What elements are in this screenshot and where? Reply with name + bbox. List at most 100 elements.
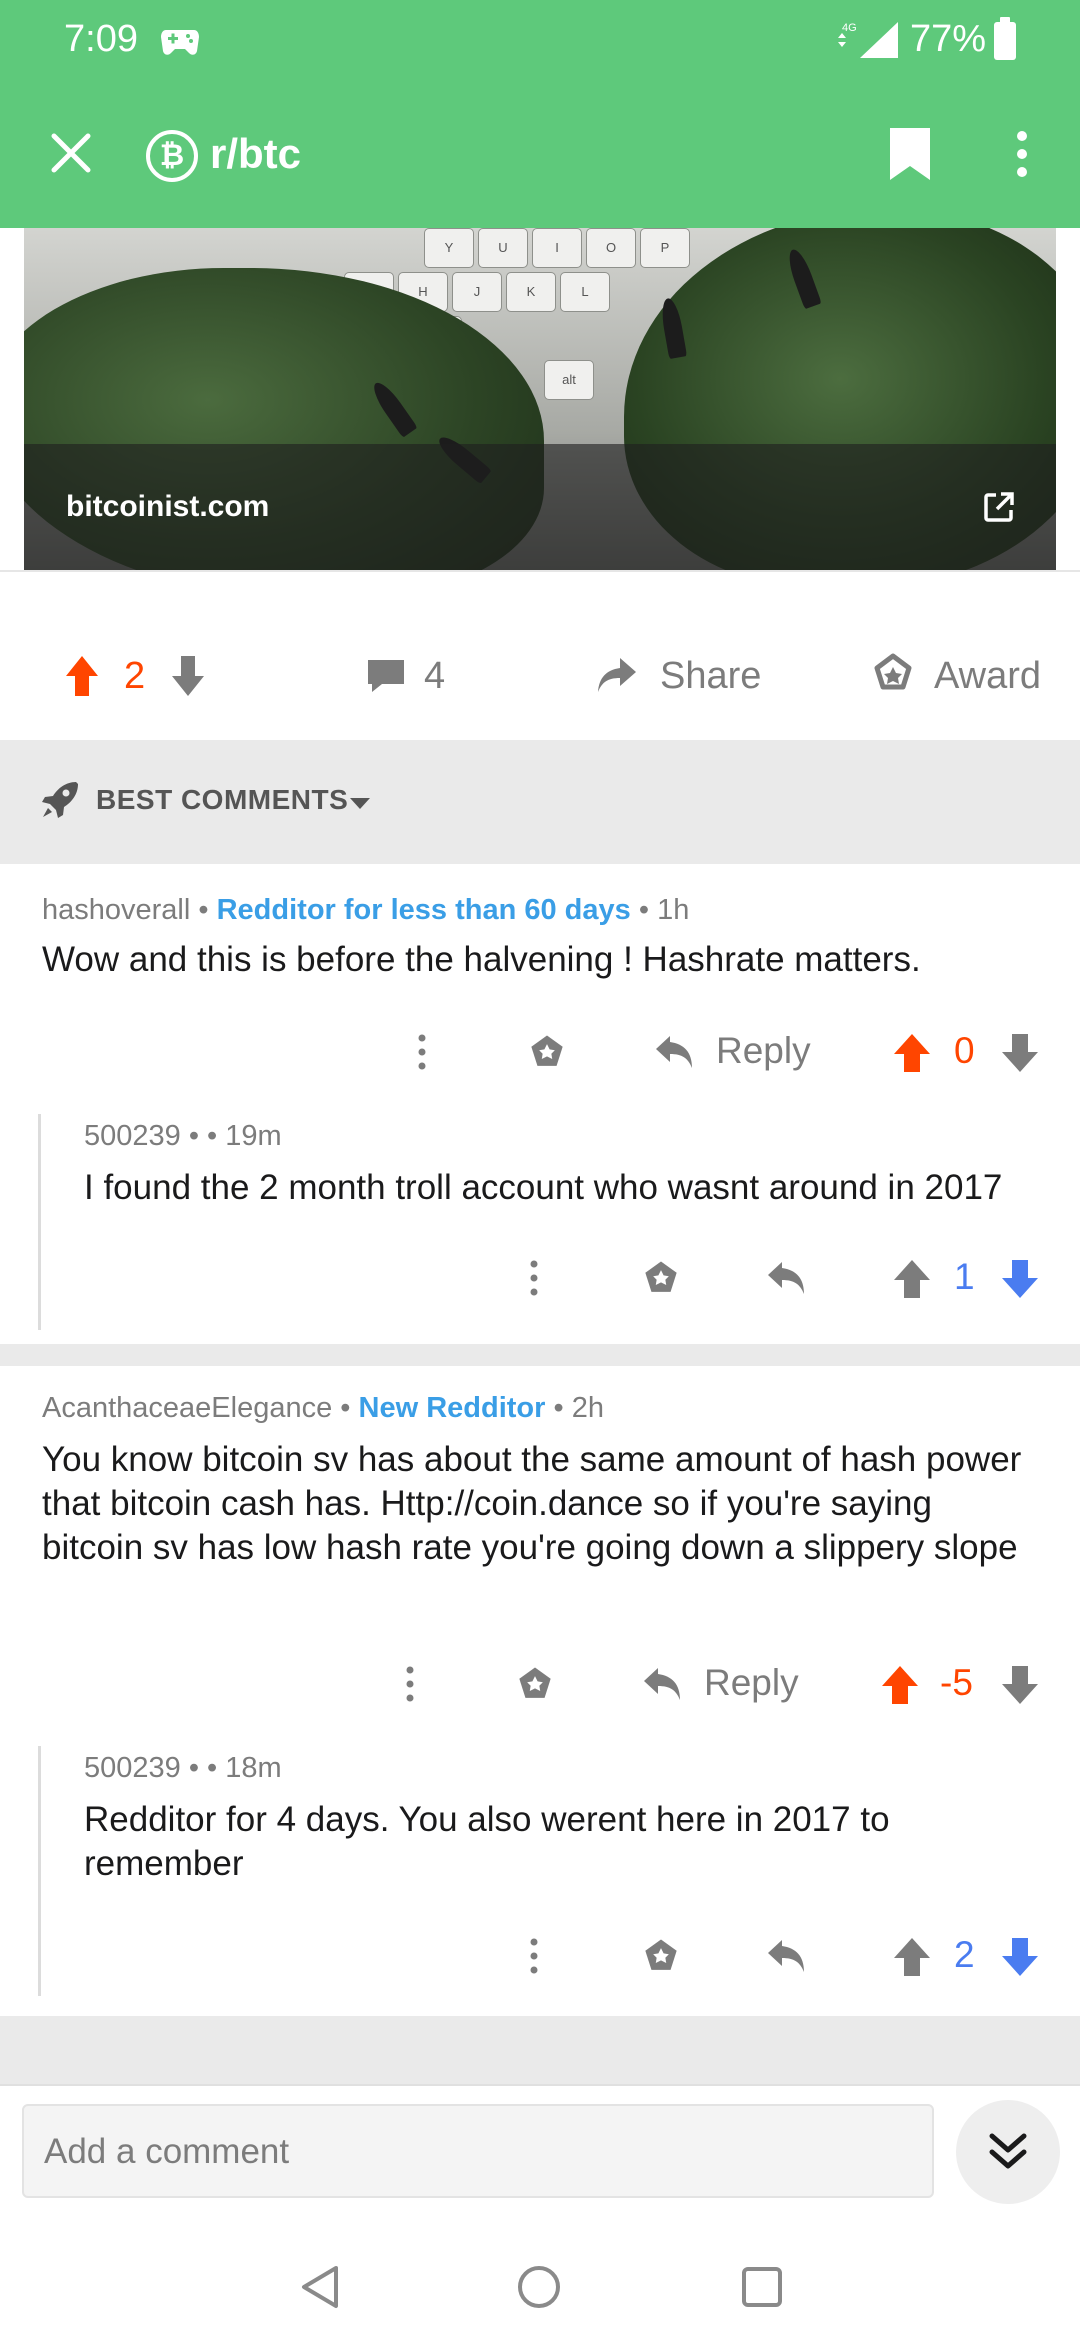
author-flair: Redditor for less than 60 days [216,894,631,926]
comment-meta: hashoverall • Redditor for less than 60 … [42,894,689,927]
system-nav-bar [0,2236,1080,2340]
meta-separator: • [553,1392,572,1424]
downvote-arrow-icon[interactable] [1000,1258,1040,1300]
meta-separator: • • [188,1752,226,1784]
reply-label[interactable]: Reply [704,1662,799,1704]
recents-icon[interactable] [740,2264,784,2310]
award-icon[interactable] [640,1258,682,1298]
meta-separator: • [638,894,658,926]
author-flair: New Redditor [358,1392,546,1424]
double-chevron-down-icon [989,2133,1027,2169]
share-label[interactable]: Share [660,648,761,704]
sort-label[interactable]: BEST COMMENTS [96,784,348,816]
comment-body: Wow and this is before the halvening ! H… [42,940,921,979]
key: Y [424,228,474,268]
downvote-arrow-icon[interactable] [168,648,208,704]
close-icon[interactable] [46,128,96,178]
award-label[interactable]: Award [934,648,1041,704]
comment-meta: 500239 • • 19m [84,1120,282,1153]
downvote-arrow-icon[interactable] [1000,1664,1040,1706]
upvote-arrow-icon[interactable] [892,1258,932,1300]
meta-separator: • [198,894,217,926]
status-time: 7:09 [64,18,138,60]
comment-author[interactable]: 500239 [84,1752,181,1784]
comment-body: You know bitcoin sv has about the same a… [42,1440,1022,1567]
more-options-icon[interactable] [398,1664,422,1704]
award-icon[interactable] [526,1032,568,1072]
comment-sort-bar[interactable]: BEST COMMENTS [0,740,1080,864]
back-icon[interactable] [298,2264,342,2310]
key: alt [544,360,594,400]
add-comment-input[interactable]: Add a comment [22,2104,934,2198]
bookmark-icon[interactable] [888,126,932,182]
meta-separator: • [340,1392,359,1424]
award-icon[interactable] [640,1936,682,1976]
reply-arrow-icon[interactable] [766,1258,808,1298]
preview-domain[interactable]: bitcoinist.com [66,490,269,524]
comment-score: 1 [954,1256,975,1297]
rocket-icon [42,782,78,818]
key: L [560,272,610,312]
key: K [506,272,556,312]
home-icon[interactable] [516,2264,562,2310]
upvote-arrow-icon[interactable] [892,1032,932,1074]
upvote-arrow-icon[interactable] [892,1936,932,1978]
comment-actions: 1 [0,1248,1080,1308]
downvote-arrow-icon[interactable] [1000,1936,1040,1978]
more-options-icon[interactable] [522,1258,546,1298]
comment-author[interactable]: hashoverall [42,894,190,926]
external-link-icon[interactable] [982,490,1016,524]
more-options-icon[interactable] [410,1032,434,1072]
comment-meta: 500239 • • 18m [84,1752,282,1785]
comment-actions: Reply 0 [0,1022,1080,1082]
reply-arrow-icon[interactable] [766,1936,808,1976]
award-icon[interactable] [514,1664,556,1704]
post-score: 2 [124,654,146,697]
comment-age: 2h [571,1392,604,1424]
comment-meta: AcanthaceaeElegance • New Redditor • 2h [42,1392,604,1425]
comment-body: I found the 2 month troll account who wa… [84,1168,1003,1207]
game-controller-icon [161,30,199,55]
award-icon[interactable] [870,648,916,704]
comment-actions: 2 [0,1926,1080,1986]
battery-icon [994,17,1016,60]
list-bottom-spacer [0,2016,1080,2084]
comment-age: 1h [657,894,690,926]
comment-author[interactable]: AcanthaceaeElegance [42,1392,332,1424]
comment-thread: AcanthaceaeElegance • New Redditor • 2h … [0,1366,1080,2016]
status-bar: 7:09 4G 77% [0,0,1080,80]
comment-age: 19m [225,1120,282,1152]
post-action-bar: 2 4 Share Award [0,626,1080,726]
composer-divider [0,2084,1080,2086]
link-preview[interactable]: Y U I O P G H J K L B N M alt bitcoinist… [24,228,1056,570]
preview-divider [0,570,1080,572]
meta-separator: • • [188,1120,226,1152]
comment-actions: Reply -5 [0,1654,1080,1714]
downvote-arrow-icon[interactable] [1000,1032,1040,1074]
comment-body: Redditor for 4 days. You also werent her… [84,1800,890,1883]
key: U [478,228,528,268]
comment-author[interactable]: 500239 [84,1120,181,1152]
key: I [532,228,582,268]
key: P [640,228,690,268]
comment-count[interactable]: 4 [424,648,445,704]
top-bar: 7:09 4G 77% ₿ r/btc [0,0,1080,228]
comment-score: 2 [954,1934,975,1975]
upvote-arrow-icon[interactable] [62,648,102,704]
reply-arrow-icon[interactable] [642,1664,684,1704]
cellular-signal-icon: 4G [838,22,898,58]
comment-bubble-icon[interactable] [364,648,408,704]
chevron-down-icon[interactable] [348,796,372,810]
next-comment-button[interactable] [956,2100,1060,2204]
network-type-label: 4G [842,22,857,34]
reply-label[interactable]: Reply [716,1030,811,1072]
share-arrow-icon[interactable] [594,648,640,704]
upvote-arrow-icon[interactable] [880,1664,920,1706]
subreddit-name[interactable]: r/btc [210,130,301,178]
more-options-icon[interactable] [522,1936,546,1976]
subreddit-icon[interactable]: ₿ [146,130,198,182]
more-options-icon[interactable] [1006,126,1038,182]
thread-divider [0,1344,1080,1366]
comment-age: 18m [225,1752,282,1784]
reply-arrow-icon[interactable] [654,1032,696,1072]
